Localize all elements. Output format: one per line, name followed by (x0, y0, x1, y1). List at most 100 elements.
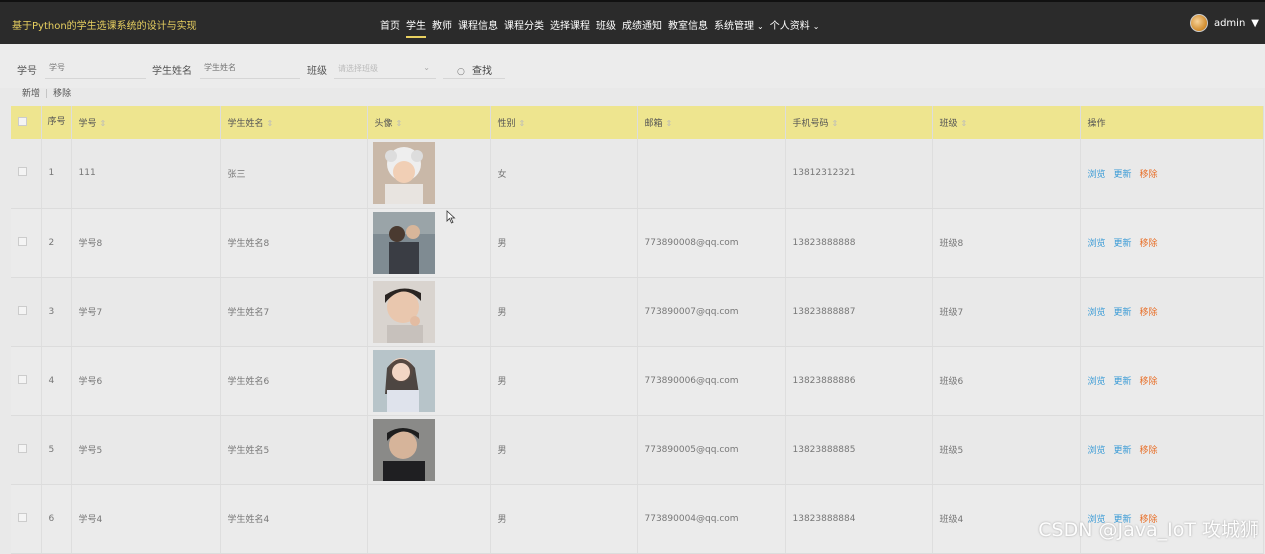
cell-class: 班级8 (932, 208, 1081, 278)
view-button[interactable]: 浏览 (1088, 377, 1106, 387)
col-class[interactable]: 班级 ⇕ (932, 106, 1081, 139)
cell-name: 学生姓名4 (220, 484, 368, 554)
table-header: 序号 学号 ⇕ 学生姓名 ⇕ 头像 ⇕ 性别 ⇕ 邮箱 ⇕ 手机号码 ⇕ 班级 ⇕ 操作 (11, 106, 1264, 139)
search-bar: 学号 学生姓名 班级 请选择班级 ⌄ ○ 查找 (0, 44, 1265, 88)
row-checkbox[interactable] (18, 167, 27, 177)
class-label: 班级 (307, 66, 327, 77)
view-button[interactable]: 浏览 (1088, 170, 1106, 180)
row-checkbox[interactable] (18, 236, 27, 246)
cell-photo (367, 484, 491, 554)
nav-students[interactable]: 学生 (406, 17, 426, 38)
col-name[interactable]: 学生姓名 ⇕ (220, 106, 368, 139)
student-photo[interactable] (372, 418, 490, 481)
table-row: 4 学号6 学生姓名6 男 773890006@qq.com 13823888886 班级6… (11, 346, 1264, 416)
chevron-down-icon: ⌄ (423, 63, 430, 72)
cell-gender: 男 (490, 277, 638, 347)
avatar (1189, 14, 1208, 32)
col-phone[interactable]: 手机号码 ⇕ (785, 106, 933, 139)
nav-profile-label: 个人资料 (769, 21, 810, 32)
mouse-cursor-icon (446, 210, 456, 224)
cell-gender: 男 (490, 346, 638, 416)
search-button-label: 查找 (472, 66, 493, 77)
sort-icon: ⇕ (266, 119, 274, 128)
row-checkbox[interactable] (18, 443, 27, 453)
nav-course-info[interactable]: 课程信息 (458, 17, 498, 38)
student-photo[interactable] (372, 211, 490, 274)
cell-email: 773890007@qq.com (637, 277, 786, 347)
row-select-cell (11, 346, 42, 416)
student-no-input[interactable] (45, 57, 146, 79)
sort-icon: ⇕ (99, 119, 107, 128)
col-email-label: 邮箱 (644, 119, 663, 129)
col-student-no[interactable]: 学号 ⇕ (71, 106, 221, 139)
add-button[interactable]: 新增 (22, 89, 40, 99)
app-title[interactable]: 基于Python的学生选课系统的设计与实现 (12, 17, 197, 32)
cell-name: 学生姓名8 (220, 208, 368, 278)
select-all-checkbox[interactable] (18, 116, 27, 126)
cell-actions: 浏览 更新 移除 (1080, 277, 1264, 347)
remove-row-button[interactable]: 移除 (1140, 377, 1158, 387)
top-navbar: 基于Python的学生选课系统的设计与实现 首页 学生 教师 课程信息 课程分类… (0, 0, 1265, 44)
caret-down-icon: ▼ (1251, 17, 1259, 29)
view-button[interactable]: 浏览 (1088, 446, 1106, 456)
watermark: CSDN @Java_IoT 攻城狮 (1038, 519, 1259, 541)
class-select[interactable]: 请选择班级 ⌄ (334, 57, 436, 79)
table-row: 1 111 张三女 13812312321 浏览 更新 移除 (11, 139, 1264, 209)
update-button[interactable]: 更新 (1114, 308, 1132, 318)
username: admin (1213, 17, 1246, 29)
table-row: 5 学号5 学生姓名5 男 773890005@qq.com 13823888885 班级5… (11, 415, 1264, 485)
cell-photo (367, 277, 491, 347)
col-gender-label: 性别 (497, 119, 516, 129)
update-button[interactable]: 更新 (1114, 377, 1132, 387)
cell-name: 学生姓名5 (220, 415, 368, 485)
cell-name: 张三 (220, 139, 368, 209)
col-gender[interactable]: 性别 ⇕ (490, 106, 638, 139)
nav-select-course[interactable]: 选择课程 (550, 17, 590, 38)
student-name-input[interactable] (200, 57, 300, 79)
select-all-cell (11, 106, 42, 139)
remove-button[interactable]: 移除 (53, 89, 71, 99)
row-checkbox[interactable] (18, 305, 27, 315)
remove-row-button[interactable]: 移除 (1140, 308, 1158, 318)
nav-profile[interactable]: 个人资料 ⌄ (770, 17, 820, 38)
cell-phone: 13823888885 (785, 415, 933, 485)
sort-icon: ⇕ (831, 119, 839, 128)
row-select-cell (11, 139, 42, 209)
nav-home[interactable]: 首页 (380, 17, 400, 38)
col-photo[interactable]: 头像 ⇕ (367, 106, 491, 139)
student-photo[interactable] (372, 280, 490, 343)
col-name-label: 学生姓名 (227, 119, 264, 129)
cell-gender: 男 (490, 415, 638, 485)
cell-actions: 浏览 更新 移除 (1080, 139, 1264, 209)
table-row: 3 学号7 学生姓名7 男 773890007@qq.com 13823888887 班级7… (11, 277, 1264, 347)
user-menu[interactable]: admin ▼ (1189, 14, 1259, 32)
student-photo[interactable] (372, 142, 490, 205)
col-email[interactable]: 邮箱 ⇕ (637, 106, 786, 139)
nav-course-category[interactable]: 课程分类 (504, 17, 544, 38)
view-button[interactable]: 浏览 (1088, 239, 1106, 249)
nav-classroom-info[interactable]: 教室信息 (668, 17, 708, 38)
cell-student-no: 111 (71, 139, 221, 209)
nav-class[interactable]: 班级 (596, 17, 616, 38)
row-checkbox[interactable] (18, 512, 27, 522)
student-photo[interactable] (372, 349, 490, 412)
nav-system-management[interactable]: 系统管理 ⌄ (714, 17, 764, 38)
search-icon: ○ (457, 67, 465, 77)
student-no-label: 学号 (17, 66, 37, 77)
search-button[interactable]: ○ 查找 (443, 57, 505, 79)
cell-student-no: 学号7 (71, 277, 221, 347)
nav-teachers[interactable]: 教师 (432, 17, 452, 38)
update-button[interactable]: 更新 (1114, 446, 1132, 456)
remove-row-button[interactable]: 移除 (1140, 239, 1158, 249)
sort-icon: ⇕ (395, 119, 403, 128)
remove-row-button[interactable]: 移除 (1140, 170, 1158, 180)
update-button[interactable]: 更新 (1114, 239, 1132, 249)
cell-email: 773890008@qq.com (637, 208, 786, 278)
row-checkbox[interactable] (18, 374, 27, 384)
remove-row-button[interactable]: 移除 (1140, 446, 1158, 456)
nav-grade-notice[interactable]: 成绩通知 (622, 17, 662, 38)
update-button[interactable]: 更新 (1114, 170, 1132, 180)
nav-system-management-label: 系统管理 (714, 21, 754, 32)
cell-name: 学生姓名6 (220, 346, 368, 416)
view-button[interactable]: 浏览 (1088, 308, 1106, 318)
